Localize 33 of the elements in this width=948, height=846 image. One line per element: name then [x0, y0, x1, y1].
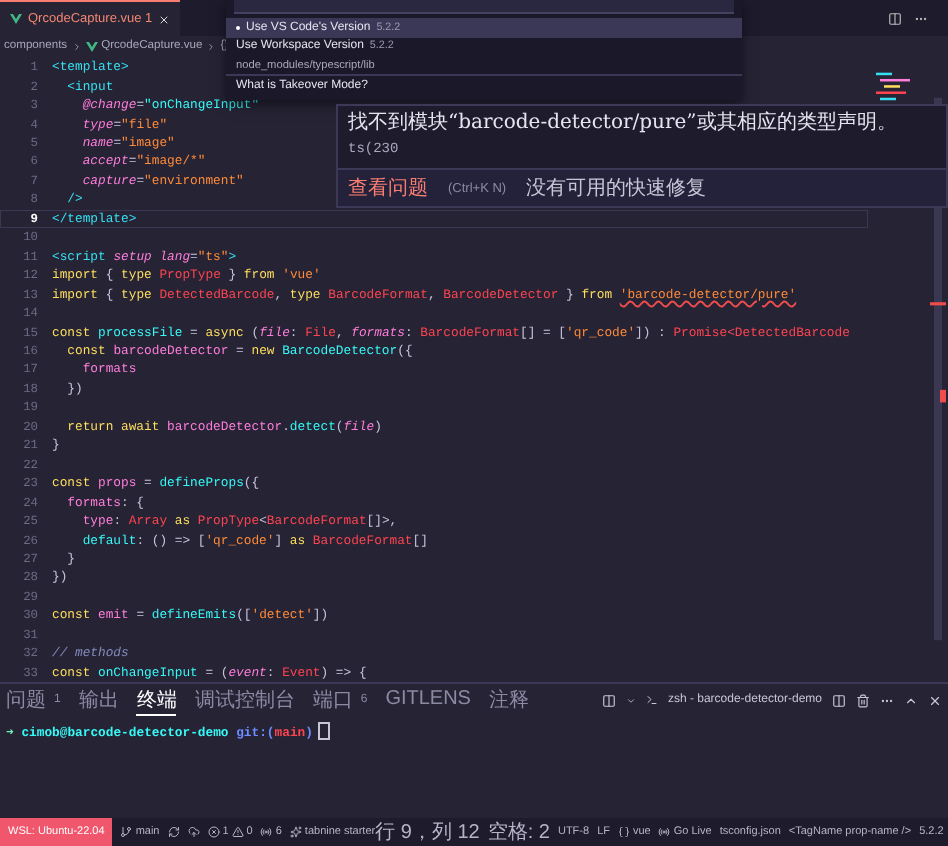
error-icon	[207, 826, 220, 838]
panel-tab[interactable]: 调试控制台	[194, 685, 295, 715]
vue-icon	[10, 14, 22, 24]
indent-setting[interactable]: 空格: 2	[487, 818, 550, 846]
layout-icon	[601, 693, 616, 707]
panel-tab[interactable]: 终端	[136, 685, 177, 715]
no-fix-label: 没有可用的快速修复	[526, 175, 707, 202]
braces-icon	[617, 826, 630, 838]
broadcast-icon	[658, 826, 671, 838]
vue-icon	[85, 41, 98, 51]
caret-icon	[625, 695, 636, 705]
panel-tab[interactable]: 注释	[488, 685, 529, 715]
panel-tab[interactable]: GITLENS	[385, 688, 471, 712]
antenna-icon	[260, 826, 273, 838]
panel-tab[interactable]: 输出	[78, 685, 119, 715]
warning-icon	[231, 826, 244, 838]
split-editor-icon	[888, 11, 902, 25]
cursor-position[interactable]: 行 9，列 12	[375, 818, 480, 846]
branch-icon	[120, 826, 133, 838]
upload-icon	[187, 826, 200, 838]
maximize-icon	[904, 693, 918, 707]
trash-icon	[856, 693, 870, 707]
chevron-icon	[71, 41, 82, 51]
close-icon	[928, 693, 942, 707]
close-icon	[158, 13, 171, 25]
sparkle-icon	[289, 826, 302, 838]
terminal-cursor	[318, 722, 331, 740]
picker-input[interactable]	[234, 0, 734, 14]
view-problem-link[interactable]: 查看问题	[348, 174, 428, 202]
split-terminal-icon	[832, 693, 846, 707]
terminal-icon	[645, 694, 658, 706]
sync-icon	[167, 826, 180, 838]
chevron-icon	[206, 41, 217, 51]
